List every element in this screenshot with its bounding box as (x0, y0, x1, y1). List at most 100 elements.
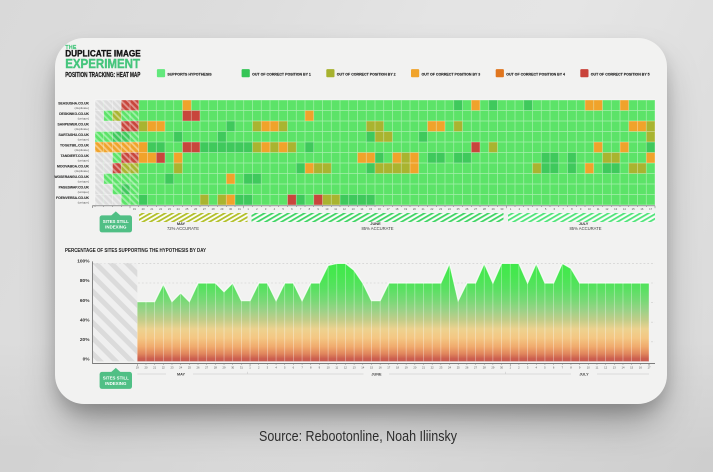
svg-text:(unique): (unique) (78, 190, 89, 194)
svg-text:15: 15 (369, 207, 372, 211)
svg-text:SUPPORTS HYPOTHESIS: SUPPORTS HYPOTHESIS (167, 71, 212, 76)
svg-text:23: 23 (439, 365, 442, 369)
svg-text:30: 30 (229, 207, 232, 211)
svg-text:JUNE: JUNE (371, 372, 382, 376)
svg-text:INDEXING: INDEXING (105, 224, 127, 229)
svg-text:5: 5 (282, 207, 284, 211)
svg-text:OUT OF CORRECT POSITION BY 5: OUT OF CORRECT POSITION BY 5 (591, 71, 651, 76)
svg-text:20: 20 (413, 365, 416, 369)
svg-text:3: 3 (527, 207, 529, 211)
svg-text:9: 9 (579, 365, 581, 369)
svg-text:OUT OF CORRECT POSITION BY 3: OUT OF CORRECT POSITION BY 3 (422, 71, 482, 76)
svg-text:PERCENTAGE OF SITES SUPPORTING: PERCENTAGE OF SITES SUPPORTING THE HYPOT… (65, 248, 206, 254)
svg-text:5: 5 (545, 207, 547, 211)
svg-text:1: 1 (247, 207, 249, 211)
svg-text:20: 20 (413, 207, 416, 211)
svg-text:15: 15 (630, 365, 633, 369)
svg-text:8: 8 (570, 365, 572, 369)
svg-text:6: 6 (554, 207, 556, 211)
svg-text:SITES STILL: SITES STILL (103, 376, 129, 381)
svg-text:2: 2 (256, 207, 258, 211)
svg-text:19: 19 (133, 207, 136, 211)
svg-text:28: 28 (483, 365, 486, 369)
svg-text:3: 3 (267, 365, 269, 369)
svg-text:20%: 20% (80, 337, 90, 343)
svg-text:12: 12 (605, 207, 608, 211)
svg-text:30: 30 (231, 365, 234, 369)
svg-text:(unique): (unique) (78, 158, 89, 162)
svg-text:27: 27 (203, 207, 206, 211)
svg-text:2: 2 (518, 365, 520, 369)
svg-text:11: 11 (335, 365, 338, 369)
svg-text:4: 4 (275, 365, 277, 369)
svg-text:12: 12 (604, 365, 607, 369)
svg-text:12: 12 (344, 365, 347, 369)
svg-text:11: 11 (597, 207, 600, 211)
svg-text:28: 28 (214, 365, 217, 369)
svg-text:OUT OF CORRECT POSITION BY 4: OUT OF CORRECT POSITION BY 4 (506, 71, 566, 76)
svg-text:(duplicate): (duplicate) (75, 127, 89, 131)
svg-text:8: 8 (309, 207, 311, 211)
svg-text:27: 27 (474, 207, 477, 211)
svg-text:20: 20 (144, 365, 147, 369)
svg-text:23: 23 (170, 365, 173, 369)
svg-text:80%: 80% (80, 278, 90, 284)
svg-text:5: 5 (284, 365, 286, 369)
svg-text:1: 1 (249, 365, 251, 369)
svg-text:24: 24 (448, 365, 451, 369)
svg-text:60%: 60% (80, 298, 90, 304)
svg-text:(unique): (unique) (78, 116, 89, 120)
svg-text:3: 3 (527, 365, 529, 369)
svg-text:4: 4 (536, 207, 538, 211)
svg-text:1: 1 (510, 207, 512, 211)
svg-text:28: 28 (212, 207, 215, 211)
svg-text:(duplicate): (duplicate) (75, 106, 89, 110)
svg-text:23: 23 (168, 207, 171, 211)
svg-text:30: 30 (500, 207, 503, 211)
svg-text:31: 31 (238, 207, 241, 211)
svg-text:20: 20 (142, 207, 145, 211)
svg-text:29: 29 (220, 207, 223, 211)
svg-text:17: 17 (648, 365, 651, 369)
svg-text:14: 14 (361, 365, 364, 369)
svg-text:16: 16 (379, 365, 382, 369)
svg-text:13: 13 (352, 207, 355, 211)
svg-text:8: 8 (310, 365, 312, 369)
svg-text:13: 13 (614, 207, 617, 211)
svg-text:OUT OF CORRECT POSITION BY 2: OUT OF CORRECT POSITION BY 2 (337, 71, 397, 76)
svg-text:16: 16 (378, 207, 381, 211)
svg-text:(duplicate): (duplicate) (75, 148, 89, 152)
svg-text:25: 25 (457, 365, 460, 369)
svg-text:10: 10 (327, 365, 330, 369)
svg-text:13: 13 (613, 365, 616, 369)
svg-text:POSITION TRACKING: HEAT MAP: POSITION TRACKING: HEAT MAP (65, 72, 140, 79)
svg-text:21: 21 (150, 207, 153, 211)
svg-text:14: 14 (360, 207, 363, 211)
svg-text:7: 7 (562, 365, 564, 369)
svg-text:17: 17 (649, 207, 652, 211)
svg-text:24: 24 (448, 207, 451, 211)
svg-text:1: 1 (509, 365, 511, 369)
svg-text:30: 30 (500, 365, 503, 369)
svg-text:14: 14 (623, 207, 626, 211)
svg-text:16: 16 (640, 207, 643, 211)
svg-text:72% ACCURATE: 72% ACCURATE (167, 226, 199, 231)
svg-text:27: 27 (474, 365, 477, 369)
svg-text:5: 5 (544, 365, 546, 369)
svg-text:10: 10 (587, 365, 590, 369)
svg-text:EXPERIMENT: EXPERIMENT (65, 56, 140, 71)
svg-text:9: 9 (319, 365, 321, 369)
svg-text:MAY: MAY (177, 372, 186, 376)
svg-text:Source: Rebootonline, Noah Ili: Source: Rebootonline, Noah Iliinsky (259, 429, 458, 445)
svg-text:2: 2 (519, 207, 521, 211)
svg-text:0%: 0% (83, 357, 91, 363)
svg-text:11: 11 (334, 207, 337, 211)
svg-text:4: 4 (536, 365, 538, 369)
svg-text:26: 26 (194, 207, 197, 211)
svg-text:9: 9 (580, 207, 582, 211)
svg-text:3: 3 (265, 207, 267, 211)
svg-text:22: 22 (159, 207, 162, 211)
svg-text:25: 25 (185, 207, 188, 211)
svg-text:27: 27 (205, 365, 208, 369)
svg-text:14: 14 (621, 365, 624, 369)
